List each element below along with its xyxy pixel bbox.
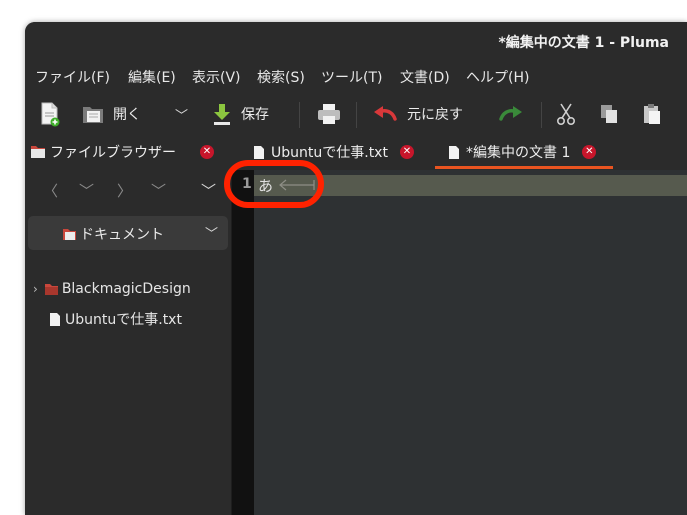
location-label: ドキュメント <box>80 227 164 243</box>
chevron-right-icon[interactable]: › <box>33 282 38 296</box>
folder-icon <box>44 283 58 295</box>
save-label: 保存 <box>241 107 269 123</box>
tab-ubuntu-txt[interactable]: Ubuntuで仕事.txt ✕ <box>253 142 414 162</box>
active-tab-indicator <box>435 166 613 169</box>
tab-bar: ファイルブラウザー ✕ Ubuntuで仕事.txt ✕ *編集中の文書 1 ✕ <box>25 134 687 170</box>
menu-tools[interactable]: ツール(T) <box>321 67 382 87</box>
toolbar-separator <box>299 102 300 128</box>
toolbar-separator <box>541 102 542 128</box>
menu-view[interactable]: 表示(V) <box>192 67 241 87</box>
tab-file-browser[interactable]: ファイルブラウザー ✕ <box>30 142 214 162</box>
undo-label: 元に戻す <box>407 107 463 123</box>
location-selector[interactable]: ドキュメント ﹀ <box>28 216 228 250</box>
close-icon[interactable]: ✕ <box>582 145 597 159</box>
tree-item-file[interactable]: Ubuntuで仕事.txt <box>49 309 182 329</box>
undo-button[interactable]: 元に戻す <box>371 100 463 128</box>
recent-files-dropdown[interactable]: ﹀ <box>175 100 188 128</box>
save-icon <box>214 104 230 125</box>
navigation-row: 〈 ﹀ 〉 ﹀ ﹀ <box>25 170 231 214</box>
copy-button[interactable] <box>598 100 620 128</box>
menu-help[interactable]: ヘルプ(H) <box>466 67 529 87</box>
chevron-down-icon: ﹀ <box>175 108 189 124</box>
tab-label: Ubuntuで仕事.txt <box>271 145 388 161</box>
scissors-icon <box>556 103 576 126</box>
document-icon <box>254 145 264 159</box>
text-editor[interactable]: 1 あ <box>232 170 687 515</box>
title-bar[interactable]: *編集中の文書 1 - Pluma <box>25 22 687 60</box>
document-icon <box>449 145 459 159</box>
tree-item-label: Ubuntuで仕事.txt <box>65 312 182 328</box>
chevron-down-icon: ﹀ <box>204 227 218 242</box>
chevron-down-icon[interactable]: ﹀ <box>201 180 216 201</box>
back-icon[interactable]: 〈 <box>43 180 58 201</box>
save-button[interactable]: 保存 <box>211 100 269 128</box>
tree-item-label: BlackmagicDesign <box>61 281 191 297</box>
window-title: *編集中の文書 1 - Pluma <box>498 35 669 51</box>
close-icon[interactable]: ✕ <box>399 145 414 159</box>
toolbar-separator <box>356 102 357 128</box>
undo-icon <box>374 106 397 121</box>
line-number-gutter <box>232 170 254 515</box>
document-icon <box>50 312 60 326</box>
tab-label: *編集中の文書 1 <box>466 145 571 161</box>
new-button[interactable] <box>39 100 61 128</box>
tab-unsaved-document[interactable]: *編集中の文書 1 ✕ <box>448 142 597 162</box>
printer-icon <box>318 104 340 124</box>
menu-bar: ファイル(F) 編集(E) 表示(V) 検索(S) ツール(T) 文書(D) ヘ… <box>25 64 687 90</box>
close-icon[interactable]: ✕ <box>200 145 214 159</box>
chevron-down-icon[interactable]: ﹀ <box>79 180 94 201</box>
paste-icon <box>644 104 660 124</box>
file-browser-pane: 〈 ﹀ 〉 ﹀ ﹀ ドキュメント ﹀ › BlackmagicDesign Ub… <box>25 170 232 515</box>
print-button[interactable] <box>316 100 342 128</box>
pluma-window: *編集中の文書 1 - Pluma ファイル(F) 編集(E) 表示(V) 検索… <box>25 22 687 515</box>
annotation-highlight-ring <box>224 160 324 208</box>
paste-button[interactable] <box>641 100 663 128</box>
cut-button[interactable] <box>555 100 577 128</box>
folder-icon <box>31 146 45 158</box>
chevron-down-icon[interactable]: ﹀ <box>151 180 166 201</box>
new-document-icon <box>41 102 60 127</box>
file-browser-label: ファイルブラウザー <box>50 145 176 161</box>
redo-button[interactable] <box>497 100 525 128</box>
documents-folder-icon <box>63 228 76 240</box>
toolbar: 開く ﹀ 保存 元に戻す <box>25 94 687 134</box>
tree-item-folder[interactable]: › BlackmagicDesign <box>33 281 191 297</box>
redo-icon <box>499 106 522 121</box>
open-button[interactable]: 開く <box>81 100 141 128</box>
menu-documents[interactable]: 文書(D) <box>400 67 450 87</box>
menu-edit[interactable]: 編集(E) <box>128 67 176 87</box>
location-value: ドキュメント <box>62 224 164 244</box>
menu-search[interactable]: 検索(S) <box>257 67 305 87</box>
copy-icon <box>601 105 617 123</box>
open-folder-icon <box>83 107 103 123</box>
open-label: 開く <box>113 107 141 123</box>
forward-icon[interactable]: 〉 <box>117 180 132 201</box>
menu-file[interactable]: ファイル(F) <box>35 67 110 87</box>
